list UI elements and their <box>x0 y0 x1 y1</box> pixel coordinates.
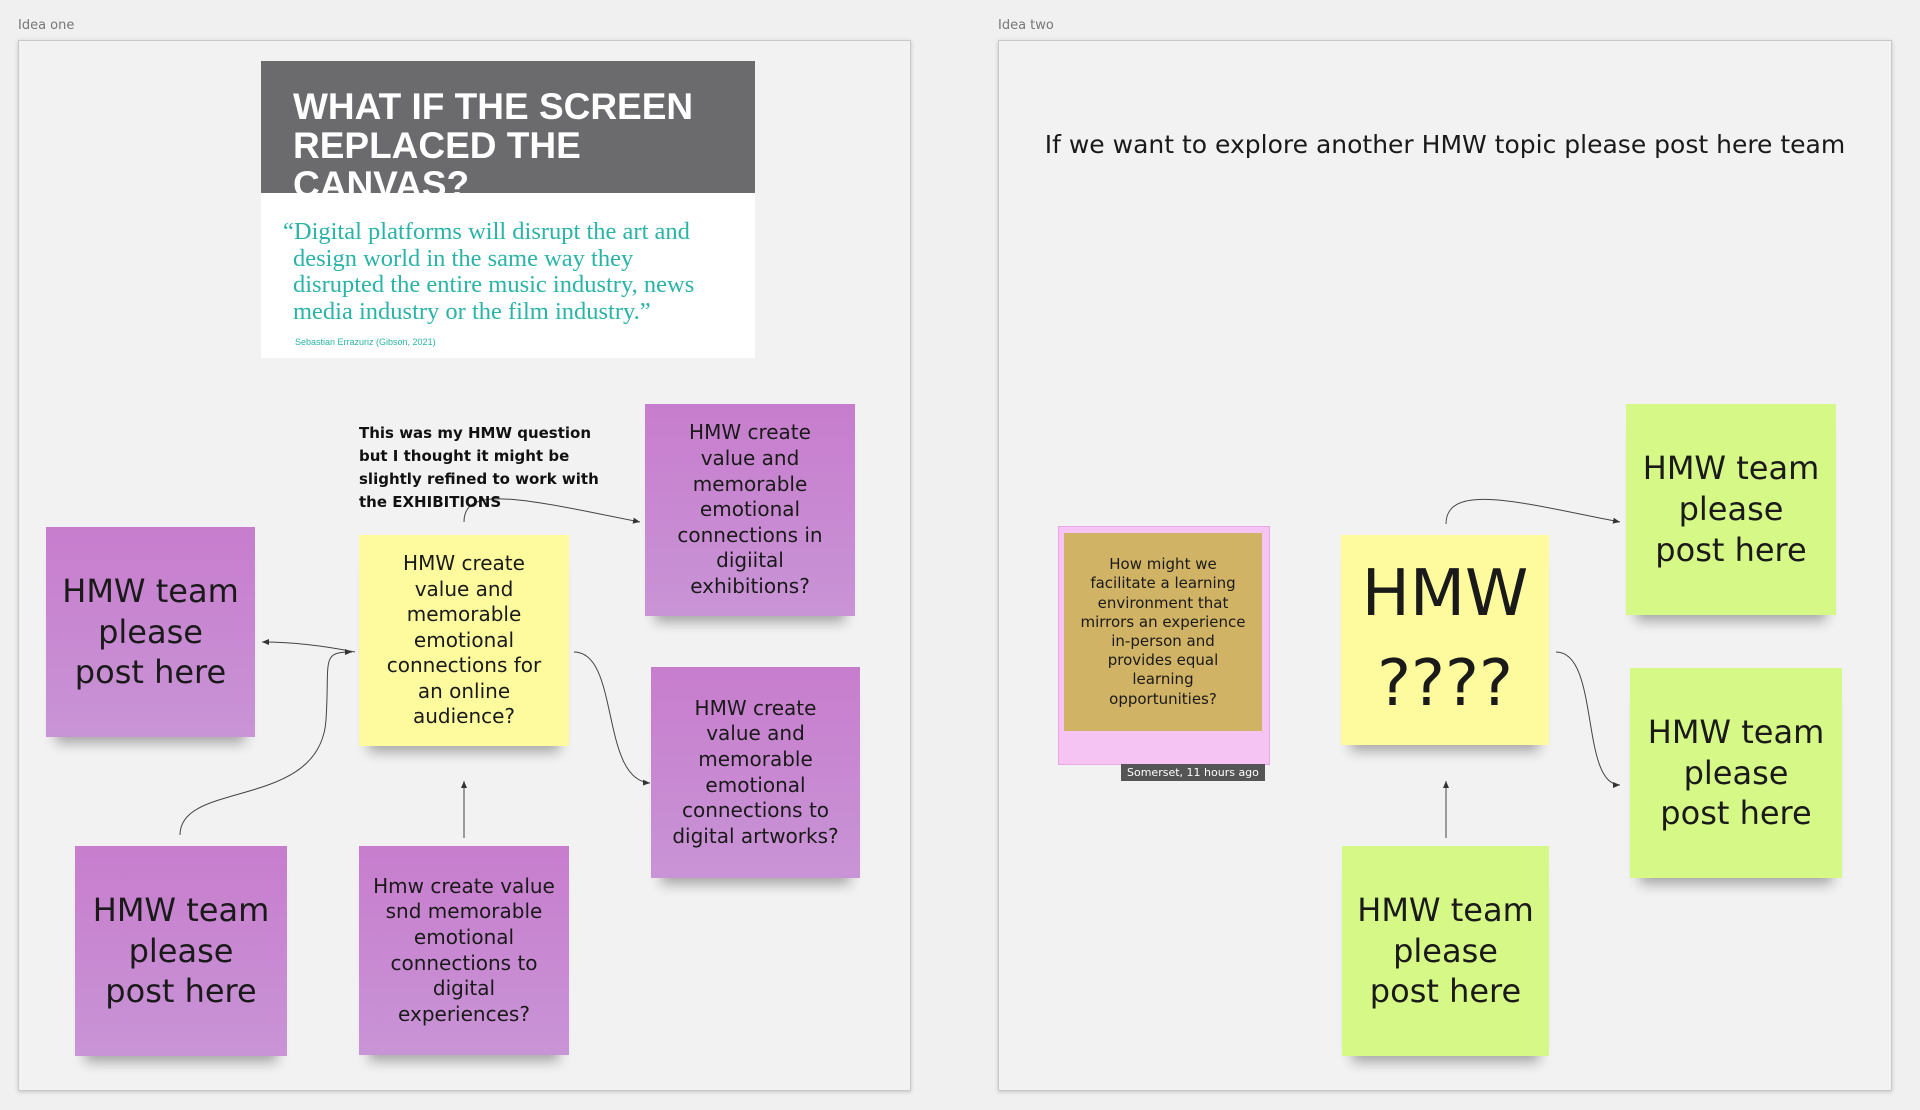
connector-hmw-to-right <box>1555 651 1621 788</box>
connector-hmw-to-topright <box>1445 498 1621 525</box>
sticky-text: HMW create value and memorable emotional… <box>672 695 839 848</box>
hero-quote-text: “Digital platforms will disrupt the art … <box>283 218 695 325</box>
sticky-team-left[interactable]: HMW team please post here <box>46 527 255 737</box>
sticky-team-right[interactable]: HMW team please post here <box>1630 668 1842 878</box>
sticky-text: HMW team please post here <box>62 571 239 692</box>
sticky-text: HMW create value and memorable emotional… <box>677 420 823 598</box>
sticky-center-hmw[interactable]: HMW ???? <box>1341 535 1549 745</box>
sticky-team-bottom-left[interactable]: HMW team please post here <box>75 846 287 1056</box>
connector-center-to-artworks <box>573 651 651 786</box>
hero-quote: “Digital platforms will disrupt the art … <box>261 193 755 358</box>
sticky-text: How might we facilitate a learning envir… <box>1080 555 1246 708</box>
sticky-text: Hmw create value snd memorable emotional… <box>373 873 555 1026</box>
sticky-text: HMW team please post here <box>1647 712 1825 833</box>
hero-card[interactable]: WHAT IF THE SCREEN REPLACED THE CANVAS? … <box>261 61 755 358</box>
sticky-text: HMW team please post here <box>1357 890 1534 1011</box>
sticky-artworks[interactable]: HMW create value and memorable emotional… <box>651 667 860 878</box>
author-tag: Somerset, 11 hours ago <box>1121 764 1265 781</box>
idea-two-heading[interactable]: If we want to explore another HMW topic … <box>1000 130 1890 159</box>
hero-title: WHAT IF THE SCREEN REPLACED THE CANVAS? <box>261 61 755 204</box>
sticky-team-top-right[interactable]: HMW team please post here <box>1626 404 1836 615</box>
sticky-text-line2: ???? <box>1377 647 1513 721</box>
sticky-text-line1: HMW <box>1361 557 1529 632</box>
sticky-experiences[interactable]: Hmw create value snd memorable emotional… <box>359 846 569 1055</box>
sticky-text: HMW create value and memorable emotional… <box>386 550 542 729</box>
connector-center-to-left <box>261 639 356 653</box>
sticky-learning-environment[interactable]: How might we facilitate a learning envir… <box>1064 533 1262 731</box>
sticky-text: HMW team please post here <box>1642 449 1820 569</box>
annotation-text[interactable]: This was my HMW question but I thought i… <box>359 422 599 514</box>
hero-citation: Sebastian Errazuriz (Gibson, 2021) <box>295 337 436 347</box>
sticky-text: HMW team please post here <box>92 890 270 1011</box>
hero-title-line1: WHAT IF THE SCREEN <box>293 86 694 127</box>
sticky-exhibitions[interactable]: HMW create value and memorable emotional… <box>645 404 855 616</box>
sticky-center-hmw-question[interactable]: HMW create value and memorable emotional… <box>359 535 569 746</box>
sticky-team-bottom[interactable]: HMW team please post here <box>1342 846 1549 1056</box>
